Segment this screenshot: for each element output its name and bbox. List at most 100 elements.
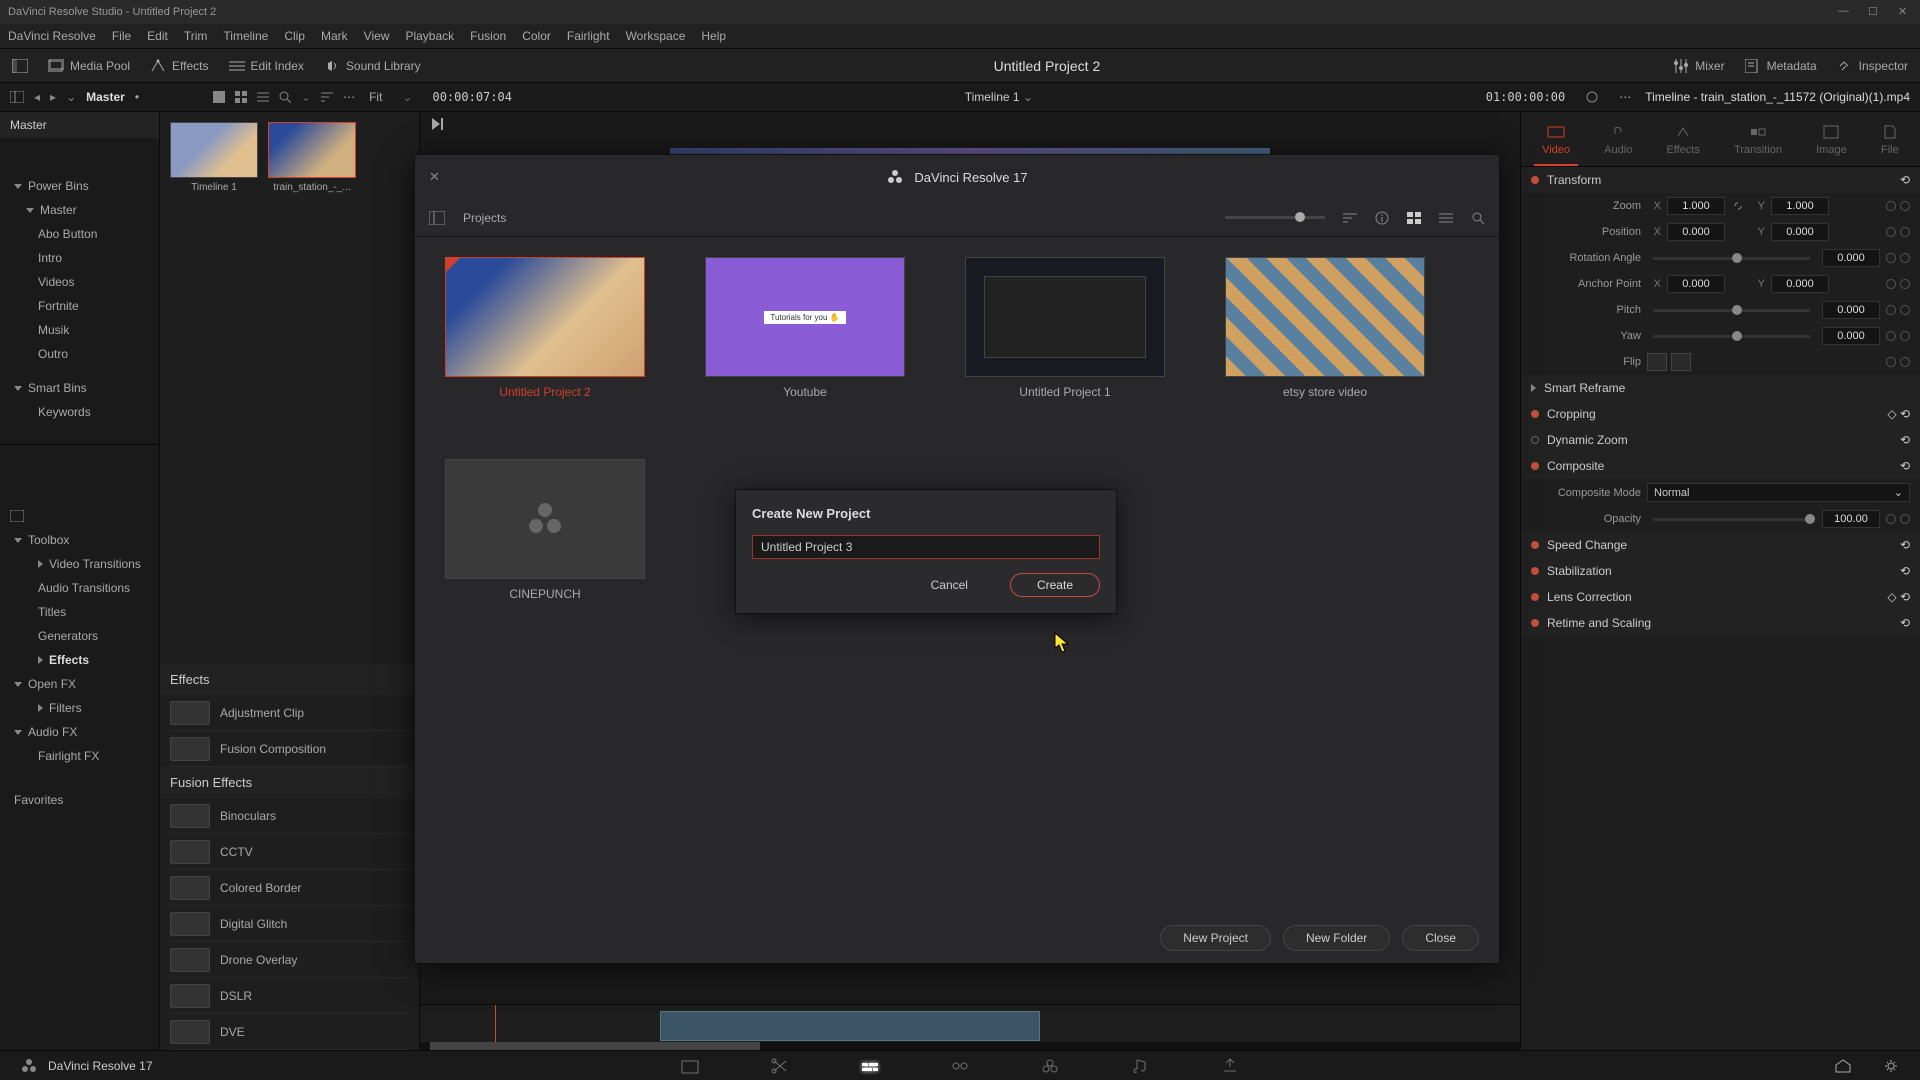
toolbox-item[interactable]: Audio Transitions [0, 576, 159, 600]
smart-bin-item[interactable]: Keywords [0, 400, 159, 424]
open-fx-header[interactable]: Open FX [0, 672, 159, 696]
project-card[interactable]: etsy store video [1225, 257, 1425, 399]
timeline-dropdown[interactable]: Timeline 1 ⌄ [965, 90, 1033, 104]
sort-icon[interactable] [321, 91, 333, 103]
audio-fx-header[interactable]: Audio FX [0, 720, 159, 744]
effect-item[interactable]: Adjustment Clip [170, 695, 409, 731]
effect-item[interactable]: Digital Glitch [170, 906, 409, 942]
yaw-field[interactable]: 0.000 [1822, 327, 1880, 345]
bin-item[interactable]: Abo Button [0, 222, 159, 246]
opacity-slider[interactable] [1653, 518, 1810, 521]
dynamic-zoom-header[interactable]: Dynamic Zoom⟲ [1521, 427, 1920, 453]
cancel-button[interactable]: Cancel [905, 573, 994, 597]
search-icon[interactable] [279, 91, 291, 103]
scrollbar-handle[interactable] [430, 1042, 760, 1050]
reset-icon[interactable]: ⟲ [1900, 173, 1910, 187]
create-button[interactable]: Create [1010, 573, 1100, 597]
flip-v-button[interactable] [1671, 353, 1691, 371]
bin-breadcrumb[interactable]: Master [86, 90, 125, 104]
composite-header[interactable]: Composite⟲ [1521, 453, 1920, 479]
effect-item[interactable]: DVE [170, 1014, 409, 1050]
position-x-field[interactable]: 0.000 [1667, 223, 1725, 241]
search-icon[interactable] [1471, 211, 1485, 225]
speed-change-header[interactable]: Speed Change⟲ [1521, 532, 1920, 558]
menu-item[interactable]: Fusion [470, 29, 506, 43]
master-bin-header[interactable]: Master [0, 112, 159, 138]
modal-close-icon[interactable]: ✕ [429, 169, 440, 185]
project-card[interactable]: CINEPUNCH [445, 459, 645, 601]
close-icon[interactable]: ✕ [1898, 5, 1912, 19]
panel-toggle-icon[interactable] [10, 510, 24, 522]
metadata-toggle[interactable]: Metadata [1745, 59, 1817, 73]
zoom-fit-dropdown[interactable]: Fit [369, 90, 382, 104]
media-thumb[interactable]: train_station_-_... [268, 122, 356, 193]
timeline[interactable] [420, 1004, 1520, 1050]
menu-item[interactable]: Color [522, 29, 551, 43]
project-card[interactable]: Untitled Project 1 [965, 257, 1165, 399]
project-card[interactable]: Untitled Project 2 [445, 257, 645, 399]
sort-icon[interactable] [1343, 212, 1357, 224]
workspace-layout-icon[interactable] [12, 59, 28, 73]
close-button[interactable]: Close [1402, 925, 1479, 951]
smart-bins-header[interactable]: Smart Bins [0, 376, 159, 400]
bin-view-icon[interactable] [10, 91, 24, 103]
database-icon[interactable] [429, 211, 445, 225]
more-icon[interactable]: ⋯ [343, 90, 355, 104]
open-fx-item[interactable]: Filters [0, 696, 159, 720]
menu-item[interactable]: Trim [184, 29, 208, 43]
toolbox-header[interactable]: Toolbox [0, 528, 159, 552]
reset-prop-icon[interactable] [1900, 201, 1910, 211]
inspector-tab-effects[interactable]: Effects [1658, 120, 1707, 166]
cut-page-icon[interactable] [770, 1057, 790, 1075]
retime-header[interactable]: Retime and Scaling⟲ [1521, 610, 1920, 636]
home-icon[interactable] [1834, 1058, 1852, 1074]
menu-item[interactable]: Fairlight [567, 29, 610, 43]
transform-header[interactable]: Transform⟲ [1521, 167, 1920, 193]
toolbox-item[interactable]: Video Transitions [0, 552, 159, 576]
menu-item[interactable]: File [112, 29, 131, 43]
pitch-slider[interactable] [1653, 309, 1810, 312]
effect-item[interactable]: Colored Border [170, 870, 409, 906]
menu-item[interactable]: Edit [147, 29, 168, 43]
info-icon[interactable] [1375, 211, 1389, 225]
power-bins-header[interactable]: Power Bins [0, 174, 159, 198]
effect-item[interactable]: DSLR [170, 978, 409, 1014]
menu-item[interactable]: Mark [321, 29, 348, 43]
play-through-icon[interactable] [430, 116, 450, 132]
sound-library-toggle[interactable]: Sound Library [324, 59, 421, 73]
effects-header[interactable]: Effects [0, 648, 159, 672]
inspector-tab-audio[interactable]: Audio [1596, 120, 1640, 166]
new-folder-button[interactable]: New Folder [1283, 925, 1390, 951]
toolbox-item[interactable]: Generators [0, 624, 159, 648]
project-name-input[interactable] [752, 535, 1100, 559]
breadcrumb[interactable]: Projects [463, 211, 506, 225]
toolbox-item[interactable]: Titles [0, 600, 159, 624]
smart-reframe-header[interactable]: Smart Reframe [1521, 375, 1920, 401]
list-view-icon[interactable] [257, 91, 269, 103]
mixer-toggle[interactable]: Mixer [1673, 59, 1724, 73]
list-view-icon[interactable] [1439, 212, 1453, 224]
minimize-icon[interactable]: — [1838, 5, 1852, 19]
master-bin-item[interactable]: Master [0, 198, 159, 222]
effect-item[interactable]: Drone Overlay [170, 942, 409, 978]
opacity-field[interactable]: 100.00 [1822, 510, 1880, 528]
edit-page-icon[interactable] [860, 1057, 880, 1075]
edit-index-toggle[interactable]: Edit Index [229, 59, 304, 73]
deliver-page-icon[interactable] [1220, 1057, 1240, 1075]
project-card[interactable]: Youtube [705, 257, 905, 399]
inspector-tab-transition[interactable]: Transition [1726, 120, 1790, 166]
color-page-icon[interactable] [1040, 1057, 1060, 1075]
lens-correction-header[interactable]: Lens Correction◇ ⟲ [1521, 584, 1920, 610]
zoom-x-field[interactable]: 1.000 [1667, 197, 1725, 215]
bin-item[interactable]: Fortnite [0, 294, 159, 318]
effect-item[interactable]: Binoculars [170, 798, 409, 834]
bin-item[interactable]: Outro [0, 342, 159, 366]
zoom-y-field[interactable]: 1.000 [1771, 197, 1829, 215]
rotation-field[interactable]: 0.000 [1822, 249, 1880, 267]
timeline-clip[interactable] [660, 1011, 1040, 1041]
inspector-tab-file[interactable]: File [1873, 120, 1907, 166]
bin-item[interactable]: Musik [0, 318, 159, 342]
cropping-header[interactable]: Cropping◇ ⟲ [1521, 401, 1920, 427]
effect-item[interactable]: CCTV [170, 834, 409, 870]
menu-item[interactable]: DaVinci Resolve [8, 29, 96, 43]
